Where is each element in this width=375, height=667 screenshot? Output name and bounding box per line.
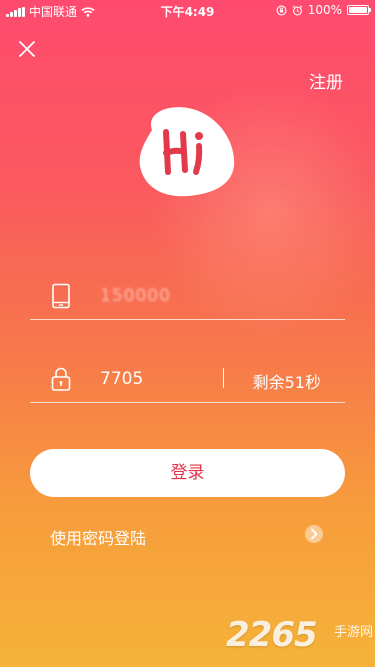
- status-bar: 中国联通 下午4:49 100%: [0, 0, 375, 20]
- verification-code-input[interactable]: 7705: [100, 369, 143, 389]
- close-icon[interactable]: [16, 38, 38, 60]
- password-login-link[interactable]: 使用密码登陆: [50, 525, 146, 549]
- field-divider: [223, 368, 224, 388]
- watermark-number: 2265: [226, 615, 318, 655]
- alarm-icon: [292, 5, 302, 15]
- battery-percent: 100%: [307, 3, 342, 17]
- phone-field[interactable]: 150000: [30, 275, 345, 320]
- logo-graphic: [139, 107, 235, 197]
- resend-countdown[interactable]: 剩余51秒: [253, 369, 321, 393]
- app-logo: [136, 100, 240, 202]
- phone-icon: [52, 283, 70, 309]
- battery-icon: [347, 5, 371, 15]
- battery-fill: [349, 7, 367, 13]
- watermark-sub: 手游网: [334, 625, 374, 640]
- register-button[interactable]: 注册: [309, 68, 343, 93]
- rotation-lock-icon: [276, 5, 287, 15]
- verification-code-field[interactable]: 7705 剩余51秒: [30, 358, 345, 403]
- login-button[interactable]: 登录: [30, 449, 345, 497]
- lock-icon: [51, 367, 71, 391]
- chevron-right-circle-icon[interactable]: [304, 524, 324, 544]
- phone-input[interactable]: 150000: [100, 286, 171, 306]
- status-right: 100%: [276, 3, 371, 17]
